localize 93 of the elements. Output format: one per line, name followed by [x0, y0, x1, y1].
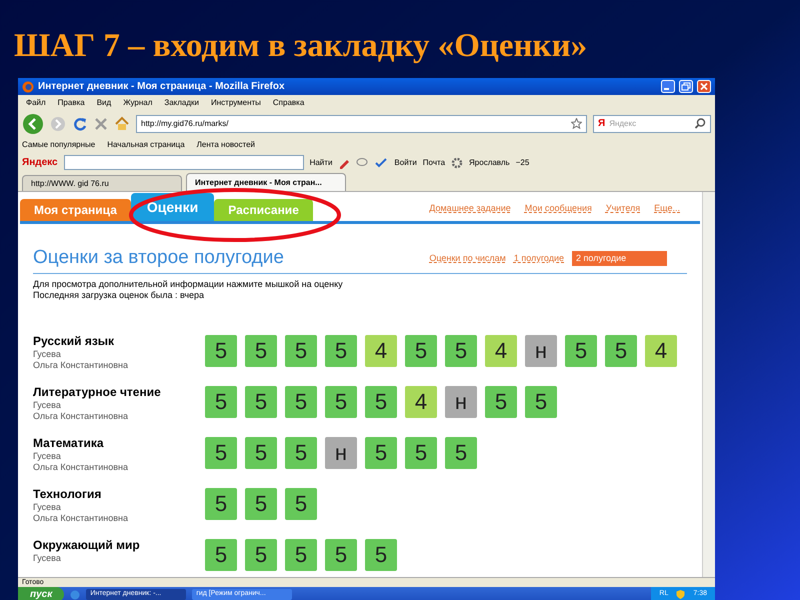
stop-icon[interactable] — [94, 116, 108, 130]
subject-name: Технология — [33, 486, 102, 502]
subject-name: Окружающий мир — [33, 538, 141, 552]
grade-mark[interactable]: н — [325, 436, 357, 468]
grade-mark[interactable]: 5 — [525, 386, 557, 418]
grade-mark[interactable]: 5 — [205, 386, 237, 418]
teacher-name: Гусева — [33, 502, 62, 512]
search-placeholder: Яндекс — [609, 118, 636, 130]
login-button[interactable]: Войти — [394, 156, 417, 168]
grade-mark[interactable]: 4 — [645, 334, 677, 366]
yandex-logo-letter: Я — [598, 117, 606, 131]
grade-mark[interactable]: н — [445, 386, 477, 418]
city-label: Ярославль — [469, 156, 510, 168]
close-icon[interactable] — [697, 80, 711, 93]
temperature-label: −25 — [516, 156, 530, 168]
teacher-name: Ольга Константиновна — [33, 462, 130, 472]
grade-mark[interactable]: 4 — [405, 386, 437, 418]
search-icon[interactable] — [695, 118, 706, 129]
page-heading: Оценки за второе полугодие — [33, 246, 284, 270]
grade-mark[interactable]: 5 — [205, 436, 237, 468]
subject-name: Математика — [33, 436, 105, 450]
grade-mark[interactable]: 5 — [205, 488, 237, 520]
grade-mark[interactable]: 5 — [365, 436, 397, 468]
teacher-name: Ольга Константиновна — [33, 360, 130, 370]
grade-mark[interactable]: 5 — [285, 538, 317, 570]
scrollbar[interactable] — [702, 192, 715, 577]
yandex-search-field[interactable] — [64, 155, 304, 170]
menu-item[interactable]: Файл — [26, 97, 46, 109]
grade-mark[interactable]: 5 — [325, 538, 357, 570]
grade-mark[interactable]: 5 — [285, 386, 317, 418]
menu-item[interactable]: Журнал — [123, 97, 152, 109]
grade-mark[interactable]: 5 — [405, 334, 437, 366]
grade-mark[interactable]: 5 — [405, 436, 437, 468]
grade-mark[interactable]: 5 — [325, 334, 357, 366]
slide-title: ШАГ 7 – входим в закладку «Оценки» — [14, 27, 588, 66]
grade-mark[interactable]: 5 — [445, 436, 477, 468]
restore-icon[interactable] — [679, 80, 693, 93]
grade-mark[interactable]: 4 — [485, 334, 517, 366]
gear-icon[interactable] — [451, 156, 464, 168]
subject-name: Русский язык — [33, 334, 116, 348]
menu-item[interactable]: Вид — [96, 97, 112, 109]
browser-tab[interactable]: http://WWW. gid 76.ru — [22, 175, 182, 191]
yandex-logo: Яндекс — [22, 156, 58, 170]
teacher-name: Ольга Константиновна — [33, 410, 130, 422]
back-icon[interactable] — [22, 112, 44, 134]
window-title: Интернет дневник - Моя страница - Mozilla Firefox — [38, 80, 285, 94]
teacher-name: Гусева — [33, 400, 62, 410]
grade-mark[interactable]: 4 — [365, 334, 397, 366]
bookmark-link[interactable]: Самые популярные — [22, 138, 96, 150]
address-bar[interactable]: http://my.gid76.ru/marks/ — [136, 114, 587, 132]
reload-icon[interactable] — [72, 116, 88, 132]
bookmark-link[interactable]: Начальная страница — [107, 138, 185, 150]
grade-mark[interactable]: 5 — [245, 538, 277, 570]
grade-mark[interactable]: 5 — [245, 488, 277, 520]
grade-mark[interactable]: 5 — [245, 386, 277, 418]
grade-mark[interactable]: 5 — [245, 334, 277, 366]
teacher-name: Гусева — [33, 552, 62, 564]
browser-tab[interactable]: Интернет дневник - Моя стран... — [186, 173, 346, 191]
bookmark-link[interactable]: Лента новостей — [196, 138, 255, 150]
teacher-name: Гусева — [33, 348, 62, 360]
url-text: http://my.gid76.ru/marks/ — [141, 118, 228, 130]
search-field[interactable]: Я Яндекс — [593, 114, 711, 132]
grade-mark[interactable]: 5 — [205, 334, 237, 366]
grade-mark[interactable]: 5 — [285, 334, 317, 366]
grade-mark[interactable]: 5 — [365, 538, 397, 570]
grade-mark[interactable]: 5 — [245, 436, 277, 468]
menu-item[interactable]: Инструменты — [211, 97, 261, 109]
grade-mark[interactable]: 5 — [565, 334, 597, 366]
grade-mark[interactable]: 5 — [365, 386, 397, 418]
checkmark-icon[interactable] — [374, 156, 388, 168]
grade-mark[interactable]: 5 — [445, 334, 477, 366]
grade-mark[interactable]: 5 — [485, 386, 517, 418]
teacher-name: Гусева — [33, 450, 62, 462]
info-text: Для просмотра дополнительной информации нажмите мышкой на оценку — [33, 278, 344, 290]
start-button[interactable]: пуск — [18, 587, 64, 600]
grade-mark[interactable]: 5 — [285, 488, 317, 520]
speech-bubble-icon[interactable] — [356, 156, 368, 168]
grade-mark[interactable]: 5 — [205, 538, 237, 570]
minimize-icon[interactable] — [661, 80, 675, 93]
find-button[interactable]: Найти — [310, 156, 332, 168]
menu-item[interactable]: Справка — [272, 97, 304, 109]
menu-item[interactable]: Правка — [58, 97, 85, 109]
grade-mark[interactable]: 5 — [285, 436, 317, 468]
mail-button[interactable]: Почта — [422, 156, 446, 168]
grade-mark[interactable]: 5 — [325, 386, 357, 418]
teacher-name: Ольга Константиновна — [33, 512, 130, 524]
info-text: Последняя загрузка оценок была : вчера — [33, 290, 206, 300]
star-icon[interactable] — [571, 118, 582, 129]
subject-name: Литературное чтение — [33, 384, 162, 400]
grade-mark[interactable]: н — [525, 334, 557, 366]
menu-item[interactable]: Закладки — [164, 97, 200, 109]
home-icon[interactable] — [114, 116, 130, 132]
grade-mark[interactable]: 5 — [605, 334, 637, 366]
